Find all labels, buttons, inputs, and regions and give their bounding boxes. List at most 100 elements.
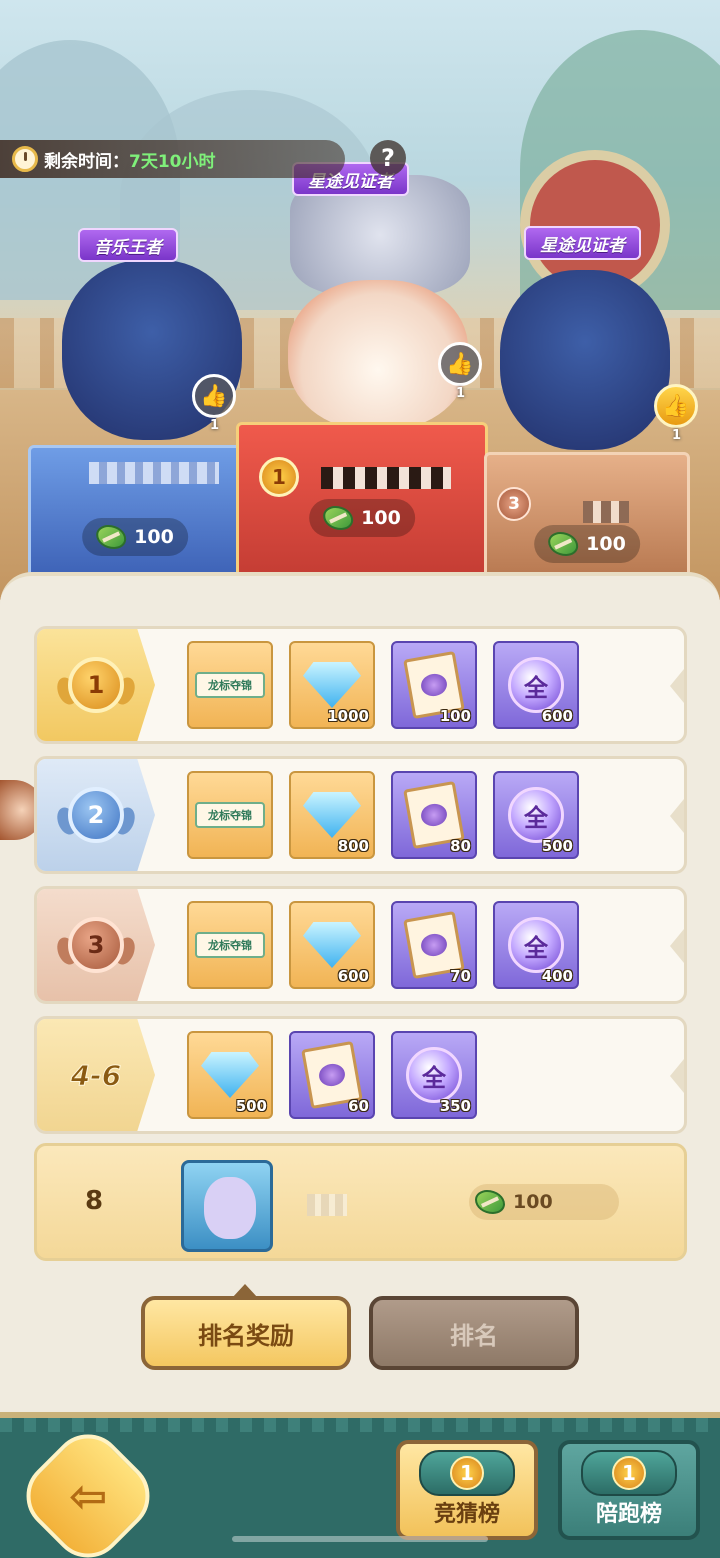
- timer-label: 剩余时间：: [44, 151, 129, 172]
- my-rank-number: 8: [85, 1186, 104, 1216]
- score-plate: 100: [309, 499, 415, 537]
- diamond-icon: [303, 922, 361, 968]
- quan-orb-icon: 全: [508, 787, 564, 843]
- my-score: 100: [469, 1184, 619, 1220]
- rank-number: 2: [87, 801, 105, 829]
- item-qty: 500: [541, 837, 573, 855]
- nav-label: 竞猜榜: [433, 1502, 500, 1527]
- rank-cell: 3: [37, 889, 155, 1001]
- item-qty: 1000: [327, 707, 369, 725]
- rank-cell: 4-6: [37, 1019, 155, 1131]
- like-button-first[interactable]: 👍: [438, 342, 482, 386]
- silver-medal-icon: 2: [68, 787, 124, 843]
- reward-item[interactable]: 1000: [289, 641, 375, 729]
- third-place-character[interactable]: [500, 270, 670, 450]
- tab-ranking[interactable]: 排名: [369, 1296, 579, 1370]
- row-notch: [670, 669, 684, 703]
- zongzi-icon: [475, 1190, 505, 1214]
- home-indicator: [232, 1536, 488, 1542]
- zongzi-icon: [323, 506, 354, 530]
- quan-orb-icon: 全: [508, 657, 564, 713]
- reward-item[interactable]: 龙标夺锦: [187, 901, 273, 989]
- podium-scene: 100 1 100 3 100 音乐王者 星途见证者 星途见证者 👍 1 👍 1…: [0, 0, 720, 600]
- reward-row-rank-4-6: 4-6 500 60 全 350: [34, 1016, 687, 1134]
- score-plate: 100: [82, 518, 188, 556]
- reward-row-rank-3: 3 龙标夺锦 600 70 全 400: [34, 886, 687, 1004]
- reward-item[interactable]: 100: [391, 641, 477, 729]
- remaining-time-bar: 剩余时间： 7天10小时: [0, 140, 345, 178]
- player-name-masked: [583, 501, 629, 523]
- nav-label: 陪跑榜: [595, 1502, 662, 1527]
- diamond-icon: [303, 662, 361, 708]
- my-avatar[interactable]: [181, 1160, 273, 1252]
- nav-guess-board[interactable]: 1 竞猜榜: [396, 1440, 538, 1540]
- item-qty: 600: [541, 707, 573, 725]
- rank-number: 3: [87, 931, 105, 959]
- reward-item[interactable]: 全 500: [493, 771, 579, 859]
- item-qty: 350: [439, 1097, 471, 1115]
- reward-item[interactable]: 800: [289, 771, 375, 859]
- score-value: 100: [134, 526, 174, 548]
- reward-item[interactable]: 600: [289, 901, 375, 989]
- nav-run-board[interactable]: 1 陪跑榜: [558, 1440, 700, 1540]
- row-notch: [670, 929, 684, 963]
- rank-3-medal-icon: 3: [497, 487, 531, 521]
- rank-range-label: 4-6: [70, 1058, 122, 1092]
- back-button[interactable]: ⇦: [11, 1419, 165, 1558]
- item-qty: 80: [450, 837, 471, 855]
- dragon-boat-banner-icon: 龙标夺锦: [195, 932, 265, 958]
- reward-item[interactable]: 60: [289, 1031, 375, 1119]
- title-text: 音乐王者: [94, 237, 162, 258]
- bronze-medal-icon: 3: [68, 917, 124, 973]
- title-text: 星途见证者: [540, 235, 625, 256]
- reward-item[interactable]: 全 600: [493, 641, 579, 729]
- reward-row-rank-1: 1 龙标夺锦 1000 100 全 600: [34, 626, 687, 744]
- score-value: 100: [586, 533, 626, 555]
- item-qty: 600: [337, 967, 369, 985]
- diamond-icon: [201, 1052, 259, 1098]
- dragon-boat-icon: 1: [419, 1450, 515, 1496]
- reward-item[interactable]: 70: [391, 901, 477, 989]
- rank-number: 1: [87, 671, 105, 699]
- item-qty: 100: [439, 707, 471, 725]
- reward-item[interactable]: 全 350: [391, 1031, 477, 1119]
- diamond-icon: [303, 792, 361, 838]
- tab-rank-rewards[interactable]: 排名奖励: [141, 1296, 351, 1370]
- my-score-value: 100: [513, 1191, 553, 1213]
- thumbs-up-icon: 👍: [200, 383, 228, 409]
- reward-items: 龙标夺锦 800 80 全 500: [187, 771, 579, 859]
- quan-orb-icon: 全: [508, 917, 564, 973]
- bar-pattern: [0, 1418, 720, 1432]
- first-place-podium: 1 100: [236, 422, 488, 582]
- reward-items: 500 60 全 350: [187, 1031, 477, 1119]
- help-button[interactable]: ?: [370, 140, 406, 176]
- like-button-third[interactable]: 👍: [654, 384, 698, 428]
- dragon-boat-icon: 1: [581, 1450, 677, 1496]
- like-button-second[interactable]: 👍: [192, 374, 236, 418]
- reward-items: 龙标夺锦 1000 100 全 600: [187, 641, 579, 729]
- like-count: 1: [210, 418, 220, 433]
- reward-item[interactable]: 龙标夺锦: [187, 641, 273, 729]
- rank-1-medal-icon: 1: [259, 457, 299, 497]
- timer-value: 7天10小时: [129, 151, 216, 172]
- rank-cell: 2: [37, 759, 155, 871]
- thumbs-up-icon: 👍: [446, 351, 474, 377]
- reward-item[interactable]: 全 400: [493, 901, 579, 989]
- reward-item[interactable]: 500: [187, 1031, 273, 1119]
- item-qty: 500: [235, 1097, 267, 1115]
- reward-item[interactable]: 80: [391, 771, 477, 859]
- score-plate: 100: [534, 525, 640, 563]
- tab-label: 排名奖励: [198, 1321, 294, 1350]
- reward-item[interactable]: 龙标夺锦: [187, 771, 273, 859]
- thumbs-up-icon: 👍: [662, 393, 690, 419]
- arrow-left-icon: ⇦: [68, 1468, 108, 1523]
- third-place-title-badge: 星途见证者: [524, 226, 641, 260]
- like-count: 1: [672, 428, 682, 443]
- item-qty: 70: [450, 967, 471, 985]
- quan-orb-icon: 全: [406, 1047, 462, 1103]
- clock-icon: [12, 146, 38, 172]
- my-name-masked: [307, 1194, 347, 1216]
- dragon-boat-banner-icon: 龙标夺锦: [195, 802, 265, 828]
- rank-number: 1: [272, 465, 286, 489]
- question-icon: ?: [381, 144, 395, 172]
